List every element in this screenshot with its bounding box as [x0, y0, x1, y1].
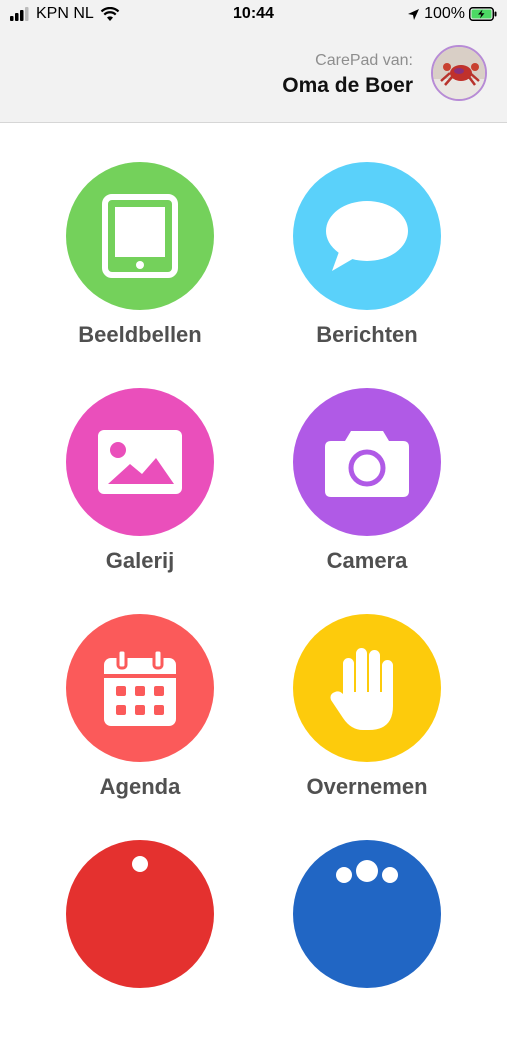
camera-icon — [325, 431, 409, 497]
tile-agenda[interactable]: Agenda — [40, 614, 240, 824]
battery-charging-icon — [469, 7, 497, 21]
tile-circle[interactable] — [66, 840, 214, 988]
status-bar: KPN NL 10:44 100% — [0, 0, 507, 30]
speech-bubble-icon — [326, 201, 408, 271]
people-icon — [336, 860, 398, 883]
tile-circle[interactable] — [66, 162, 214, 310]
tile-label: Camera — [326, 548, 408, 573]
tile-circle[interactable] — [293, 388, 441, 536]
location-arrow-icon — [408, 8, 420, 20]
header-subtitle: CarePad van: — [315, 52, 413, 69]
tile-label: Overnemen — [306, 774, 428, 799]
bell-icon — [132, 856, 148, 872]
tile-label: Beeldbellen — [78, 322, 202, 347]
tile-alarm[interactable] — [40, 840, 240, 1050]
tile-circle[interactable] — [66, 388, 214, 536]
tile-camera[interactable]: Camera — [267, 388, 467, 598]
tile-label: Galerij — [105, 548, 175, 573]
tile-label: Berichten — [316, 322, 418, 347]
tile-contacts[interactable] — [267, 840, 467, 1050]
tile-circle[interactable] — [293, 162, 441, 310]
app-header: CarePad van: Oma de Boer — [0, 30, 507, 123]
tile-circle[interactable] — [66, 614, 214, 762]
status-right: 100% — [407, 5, 497, 23]
hand-icon — [330, 648, 393, 730]
crab-photo-icon — [433, 47, 485, 99]
battery-percentage: 100% — [424, 5, 465, 22]
tile-overnemen[interactable]: Overnemen — [267, 614, 467, 824]
image-icon — [98, 430, 182, 494]
user-name: Oma de Boer — [282, 74, 413, 97]
avatar[interactable] — [431, 45, 487, 101]
tile-circle[interactable] — [293, 840, 441, 988]
tile-circle[interactable] — [293, 614, 441, 762]
tile-berichten[interactable]: Berichten — [267, 162, 467, 372]
tile-beeldbellen[interactable]: Beeldbellen — [40, 162, 240, 372]
calendar-icon — [104, 650, 176, 726]
tile-label: Agenda — [99, 774, 181, 799]
tablet-icon — [102, 194, 178, 278]
tile-galerij[interactable]: Galerij — [40, 388, 240, 598]
